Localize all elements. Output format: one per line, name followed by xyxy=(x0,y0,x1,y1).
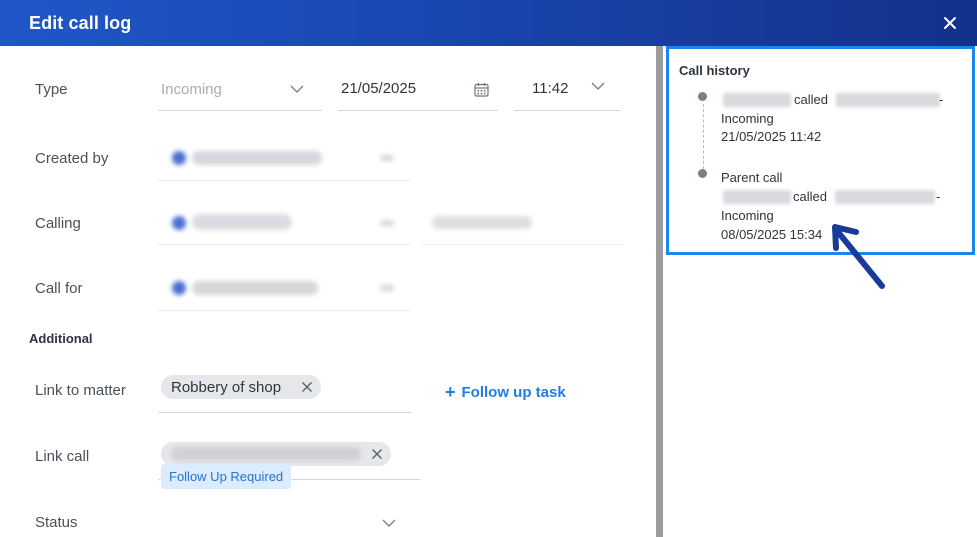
redacted-number xyxy=(432,216,532,229)
redacted-callee xyxy=(835,190,935,204)
avatar xyxy=(172,151,186,165)
redacted-caller xyxy=(723,190,791,204)
call-for-underline xyxy=(158,310,410,311)
calling-underline xyxy=(158,244,410,245)
link-to-matter-underline xyxy=(158,412,411,413)
remove-chip-icon[interactable] xyxy=(369,446,385,462)
type-value: Incoming xyxy=(161,81,222,98)
timeline-connector xyxy=(703,104,704,174)
date-value: 21/05/2025 xyxy=(341,80,417,97)
chevron-down-icon xyxy=(591,82,605,90)
redacted-call xyxy=(171,447,361,461)
dialog-header: Edit call log xyxy=(0,0,977,46)
redacted-chip xyxy=(192,214,292,230)
calling-number-underline xyxy=(422,244,622,245)
direction-text: Incoming xyxy=(721,111,774,126)
call-for-label: Call for xyxy=(35,280,83,297)
call-history-title: Call history xyxy=(679,63,750,78)
status-badge: Follow Up Required xyxy=(161,464,292,489)
timeline-dot xyxy=(698,92,707,101)
follow-up-task-label: Follow up task xyxy=(461,383,566,401)
timestamp-text: 21/05/2025 11:42 xyxy=(721,129,822,144)
called-text: called xyxy=(794,92,828,107)
time-underline xyxy=(514,110,621,111)
close-button[interactable] xyxy=(937,10,963,36)
redacted-callee xyxy=(836,93,940,107)
created-by-underline xyxy=(158,180,410,181)
chevron-down-icon xyxy=(380,155,394,161)
remove-chip-icon[interactable] xyxy=(299,379,315,395)
link-call-chip xyxy=(161,442,391,466)
redacted-name xyxy=(192,151,322,165)
dialog-title: Edit call log xyxy=(29,12,132,33)
form-panel: Type Incoming 21/05/2025 11:42 Created b… xyxy=(0,46,656,537)
called-text: called xyxy=(793,189,827,204)
redacted-name xyxy=(192,281,318,295)
link-to-matter-label: Link to matter xyxy=(35,382,126,399)
created-by-label: Created by xyxy=(35,150,109,167)
direction-text: Incoming xyxy=(721,208,774,223)
timeline-dot xyxy=(698,169,707,178)
type-label: Type xyxy=(35,81,68,98)
date-underline xyxy=(338,110,498,111)
type-underline xyxy=(158,110,322,111)
matter-chip-label: Robbery of shop xyxy=(171,378,282,396)
additional-section-title: Additional xyxy=(29,331,93,346)
dash-text: - xyxy=(939,92,944,107)
matter-chip: Robbery of shop xyxy=(161,375,321,399)
parent-call-label: Parent call xyxy=(721,170,783,185)
calendar-icon xyxy=(474,83,489,97)
follow-up-task-button[interactable]: + Follow up task xyxy=(445,383,566,401)
call-history-panel: Call history called - Incoming 21/05/202… xyxy=(666,46,975,255)
time-value: 11:42 xyxy=(532,80,569,97)
scrollbar[interactable] xyxy=(656,46,663,537)
dash-text: - xyxy=(936,189,941,204)
avatar xyxy=(172,216,186,230)
status-label: Status xyxy=(35,514,78,531)
close-icon xyxy=(944,17,956,29)
redacted-caller xyxy=(723,93,791,107)
annotation-arrow-icon xyxy=(832,224,885,289)
chevron-down-icon xyxy=(380,220,394,226)
plus-icon: + xyxy=(445,382,456,402)
calling-label: Calling xyxy=(35,215,81,232)
chevron-down-icon xyxy=(380,285,394,291)
timestamp-text: 08/05/2025 15:34 xyxy=(721,227,823,242)
chevron-down-icon xyxy=(382,519,396,527)
link-call-label: Link call xyxy=(35,448,90,465)
chevron-down-icon xyxy=(290,85,304,93)
avatar xyxy=(172,281,186,295)
